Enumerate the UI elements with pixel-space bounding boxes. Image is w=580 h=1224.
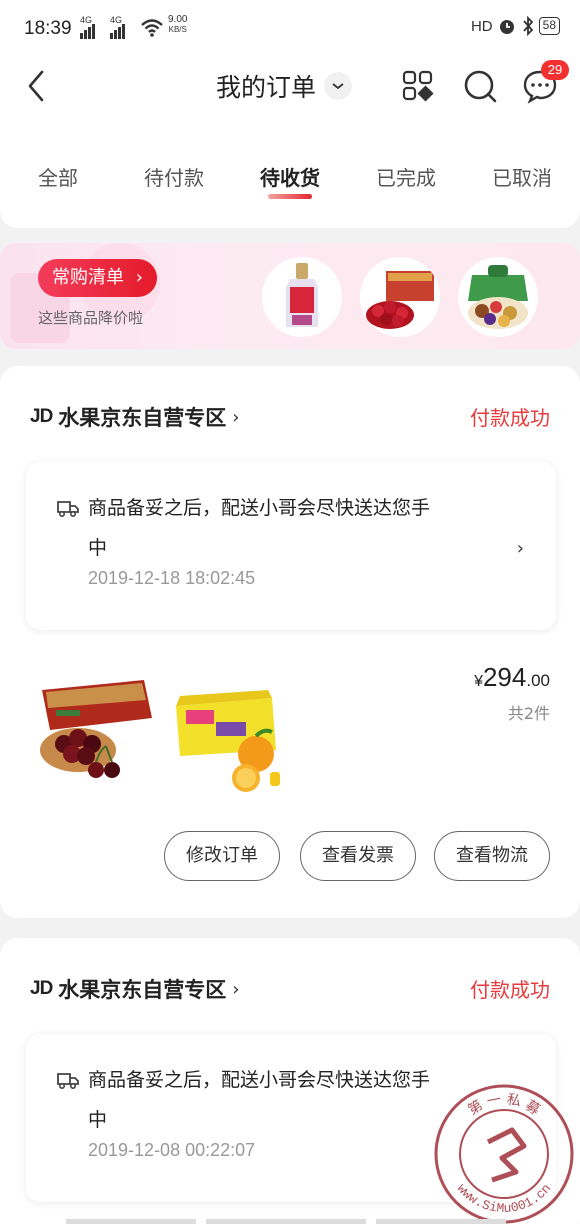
bottom-scroll-indicator <box>66 1219 506 1224</box>
chevron-down-icon <box>324 72 353 100</box>
active-tab-indicator <box>268 194 312 199</box>
product-image-oranges[interactable] <box>172 686 292 806</box>
tab-pending-receipt[interactable]: 待收货 <box>260 162 320 191</box>
view-logistics-button[interactable]: 查看物流 <box>434 831 550 881</box>
title-selector[interactable]: 我的订单 <box>216 68 353 104</box>
message-badge: 29 <box>541 60 569 80</box>
order-status: 付款成功 <box>470 978 550 1002</box>
wifi-icon <box>141 19 163 37</box>
shop-link[interactable]: JD 水果京东自营专区 › <box>30 974 240 1004</box>
hd-label: HD <box>470 17 493 35</box>
shop-name: 水果京东自营专区 <box>58 978 227 1002</box>
tab-all[interactable]: 全部 <box>38 162 78 191</box>
delivery-message: 商品备妥之后，配送小哥会尽快送达您手 中 <box>88 1069 431 1131</box>
status-time: 18:39 <box>24 18 72 39</box>
truck-icon <box>57 501 79 518</box>
frequent-purchases-banner[interactable]: 常购清单 › 这些商品降价啦 <box>0 243 580 349</box>
alarm-icon <box>499 20 514 34</box>
delivery-info[interactable]: 商品备妥之后，配送小哥会尽快送达您手 中 2019-12-18 18:02:45… <box>26 462 556 630</box>
delivery-timestamp: 2019-12-18 18:02:45 <box>88 568 256 588</box>
page-title: 我的订单 <box>216 73 317 102</box>
truck-icon <box>57 1073 79 1090</box>
header: 我的订单 29 全部 待付款 待收货 已完成 已取消 <box>0 58 580 228</box>
search-icon[interactable] <box>460 66 500 106</box>
tab-cancelled[interactable]: 已取消 <box>492 162 552 191</box>
shop-name: 水果京东自营专区 <box>58 406 227 430</box>
frequent-list-button[interactable]: 常购清单 › <box>38 259 157 297</box>
grid-apps-icon[interactable] <box>398 66 438 106</box>
order-price: ¥294.00 <box>474 662 550 692</box>
modify-order-button[interactable]: 修改订单 <box>164 831 280 881</box>
battery-indicator: 58 <box>538 17 560 35</box>
back-arrow-icon[interactable] <box>18 66 58 106</box>
product-thumb-dates[interactable] <box>360 257 440 337</box>
watermark-logo: 第 一 私 募 www.SiMu001.cn <box>434 1084 574 1224</box>
chevron-right-icon: › <box>232 978 240 1000</box>
network-speed: 9.00 KB/S <box>168 14 188 35</box>
order-status: 付款成功 <box>470 406 550 430</box>
chevron-right-icon: › <box>232 406 240 428</box>
product-thumb-liquor[interactable] <box>262 257 342 337</box>
product-thumb-nuts[interactable] <box>458 257 538 337</box>
view-invoice-button[interactable]: 查看发票 <box>300 831 416 881</box>
jd-logo-icon: JD <box>30 406 53 427</box>
status-bar: 18:39 4G 4G 9.00 KB/S HD 58 <box>0 0 580 58</box>
item-count: 共2件 <box>507 704 550 723</box>
delivery-message: 商品备妥之后，配送小哥会尽快送达您手 中 <box>88 497 431 559</box>
banner-subtitle: 这些商品降价啦 <box>38 309 144 327</box>
shop-link[interactable]: JD 水果京东自营专区 › <box>30 402 240 432</box>
chevron-right-icon: › <box>516 538 524 559</box>
cellular-signal-2-icon: 4G <box>110 15 126 39</box>
status-right-group: HD 58 <box>471 16 560 36</box>
product-image-cherries[interactable] <box>34 666 154 786</box>
delivery-timestamp: 2019-12-08 00:22:07 <box>88 1140 256 1160</box>
order-card[interactable]: JD 水果京东自营专区 › 付款成功 商品备妥之后，配送小哥会尽快送达您手 中 … <box>0 366 580 918</box>
cellular-signal-1-icon: 4G <box>80 15 96 39</box>
tab-pending-payment[interactable]: 待付款 <box>144 162 204 191</box>
bluetooth-icon <box>522 16 533 36</box>
jd-logo-icon: JD <box>30 978 53 999</box>
tab-completed[interactable]: 已完成 <box>376 162 436 191</box>
